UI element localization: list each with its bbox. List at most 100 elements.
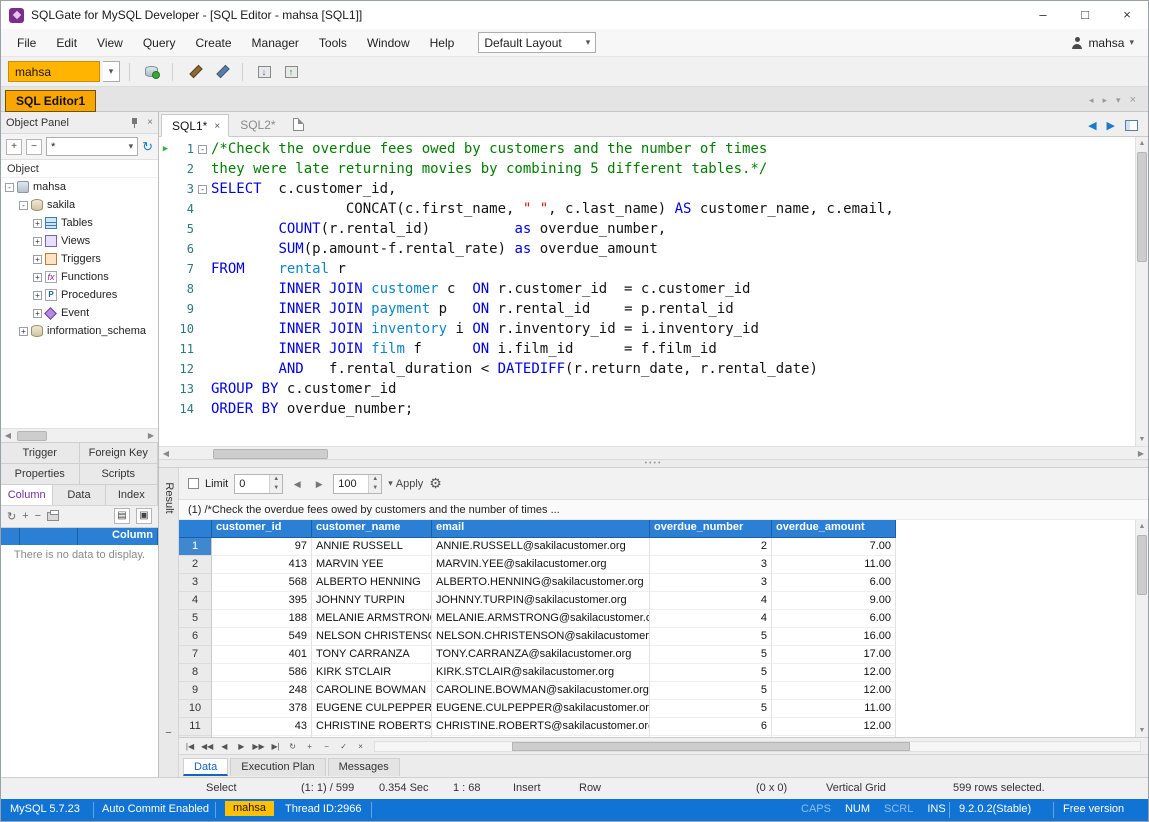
table-row[interactable]: 6549NELSON CHRISTENSONNELSON.CHRISTENSON… (179, 628, 1135, 646)
object-panel-hscrollbar[interactable]: ◀ ▶ (1, 428, 158, 442)
grid-vscrollbar[interactable]: ▲ ▼ (1135, 520, 1148, 737)
cell-overdue_number[interactable]: 4 (650, 610, 772, 628)
cell-customer_id[interactable]: 378 (212, 700, 312, 718)
cell-overdue_number[interactable]: 5 (650, 700, 772, 718)
fold-toggle-icon[interactable]: - (198, 185, 207, 194)
row-number[interactable]: 2 (179, 556, 212, 574)
table-row[interactable]: 4395JOHNNY TURPINJOHNNY.TURPIN@sakilacus… (179, 592, 1135, 610)
cell-overdue_amount[interactable]: 11.00 (772, 556, 896, 574)
tab-data[interactable]: Data (53, 485, 105, 505)
column-header-overdue_number[interactable]: overdue_number (650, 520, 772, 538)
row-number[interactable]: 3 (179, 574, 212, 592)
expand-node-icon[interactable]: + (33, 237, 42, 246)
cell-email[interactable]: CHRISTINE.ROBERTS@sakilacustomer.org (432, 718, 650, 736)
close-object-panel-icon[interactable]: × (147, 117, 153, 128)
code-line[interactable]: 7FROM rental r (159, 259, 1135, 279)
tree-node-sakila[interactable]: -sakila (1, 196, 158, 214)
code-line[interactable]: ▶1-/*Check the overdue fees owed by cust… (159, 139, 1135, 159)
grid-nav-next-page-icon[interactable]: ▶▶ (250, 739, 266, 754)
cell-overdue_number[interactable]: 5 (650, 646, 772, 664)
chevron-down-icon[interactable]: ▾ (1116, 95, 1121, 106)
menu-window[interactable]: Window (357, 32, 420, 54)
code-line[interactable]: 13GROUP BY c.customer_id (159, 379, 1135, 399)
tab-column[interactable]: Column (1, 485, 53, 505)
next-page-button[interactable]: ▶ (311, 475, 327, 493)
expand-node-icon[interactable]: + (33, 291, 42, 300)
row-number[interactable]: 11 (179, 718, 212, 736)
cell-overdue_number[interactable]: 5 (650, 682, 772, 700)
menu-view[interactable]: View (87, 32, 133, 54)
tree-node-information_schema[interactable]: +information_schema (1, 322, 158, 340)
table-row[interactable]: 197ANNIE RUSSELLANNIE.RUSSELL@sakilacust… (179, 538, 1135, 556)
row-number[interactable]: 12 (179, 736, 212, 737)
connection-combo-arrow[interactable]: ▾ (103, 61, 120, 82)
row-number[interactable]: 8 (179, 664, 212, 682)
scroll-right-icon[interactable]: ▶ (1134, 449, 1148, 458)
cell-overdue_number[interactable]: 3 (650, 556, 772, 574)
format-sql-button[interactable] (182, 60, 206, 84)
vscroll-thumb[interactable] (1137, 152, 1147, 262)
tab-foreign-key[interactable]: Foreign Key (80, 443, 159, 463)
cell-customer_name[interactable]: ALFREDO MCADAMS (312, 736, 432, 737)
expand-all-button[interactable]: + (6, 139, 22, 155)
cell-overdue_amount[interactable]: 12.00 (772, 682, 896, 700)
expand-node-icon[interactable]: + (33, 255, 42, 264)
cell-customer_name[interactable]: CHRISTINE ROBERTS (312, 718, 432, 736)
tree-node-triggers[interactable]: +Triggers (1, 250, 158, 268)
minimize-button[interactable]: – (1022, 1, 1064, 29)
connection-combo[interactable]: mahsa (8, 61, 100, 82)
row-number[interactable]: 6 (179, 628, 212, 646)
cell-overdue_number[interactable]: 6 (650, 718, 772, 736)
tab-properties[interactable]: Properties (1, 464, 80, 484)
menu-create[interactable]: Create (186, 32, 242, 54)
limit-checkbox[interactable] (188, 478, 199, 489)
tree-node-procedures[interactable]: +PProcedures (1, 286, 158, 304)
cell-customer_name[interactable]: JOHNNY TURPIN (312, 592, 432, 610)
code-line[interactable]: 3-SELECT c.customer_id, (159, 179, 1135, 199)
pin-icon[interactable] (130, 117, 139, 129)
code-line[interactable]: 2they were late returning movies by comb… (159, 159, 1135, 179)
row-number[interactable]: 10 (179, 700, 212, 718)
cell-customer_id[interactable]: 43 (212, 718, 312, 736)
edit-view-icon[interactable]: ▣ (136, 508, 152, 524)
cell-email[interactable]: NELSON.CHRISTENSON@sakilacustomer.org (432, 628, 650, 646)
grid-nav-refresh-icon[interactable]: ↻ (285, 739, 301, 754)
cell-overdue_number[interactable]: 4 (650, 592, 772, 610)
code-editor[interactable]: ▶1-/*Check the overdue fees owed by cust… (159, 137, 1148, 446)
menu-tools[interactable]: Tools (309, 32, 357, 54)
row-number[interactable]: 5 (179, 610, 212, 628)
table-row[interactable]: 2413MARVIN YEEMARVIN.YEE@sakilacustomer.… (179, 556, 1135, 574)
expand-node-icon[interactable]: + (33, 219, 42, 228)
cell-overdue_amount[interactable]: 12.00 (772, 664, 896, 682)
table-row[interactable]: 1143CHRISTINE ROBERTSCHRISTINE.ROBERTS@s… (179, 718, 1135, 736)
column-header-customer_id[interactable]: customer_id (212, 520, 312, 538)
cell-customer_id[interactable]: 413 (212, 556, 312, 574)
code-line[interactable]: 14ORDER BY overdue_number; (159, 399, 1135, 419)
code-line[interactable]: 6 SUM(p.amount-f.rental_rate) as overdue… (159, 239, 1135, 259)
cell-email[interactable]: MELANIE.ARMSTRONG@sakilacustomer.org (432, 610, 650, 628)
grid-hscrollbar[interactable] (374, 741, 1141, 752)
menu-file[interactable]: File (7, 32, 46, 54)
hscroll-track[interactable] (173, 447, 1134, 459)
column-header-overdue_amount[interactable]: overdue_amount (772, 520, 896, 538)
expand-node-icon[interactable]: + (19, 327, 28, 336)
cell-overdue_amount[interactable]: 12.00 (772, 718, 896, 736)
vscroll-thumb[interactable] (1137, 535, 1147, 595)
spin-down-icon[interactable]: ▼ (369, 484, 381, 493)
cell-customer_name[interactable]: CAROLINE BOWMAN (312, 682, 432, 700)
menu-manager[interactable]: Manager (242, 32, 309, 54)
tab-sql-editor1[interactable]: SQL Editor1 (5, 90, 96, 112)
code-line[interactable]: 5 COUNT(r.rental_id) as overdue_number, (159, 219, 1135, 239)
prev-page-button[interactable]: ◀ (289, 475, 305, 493)
grid-nav-next-icon[interactable]: ▶ (233, 739, 249, 754)
cell-overdue_amount[interactable]: 11.00 (772, 700, 896, 718)
cell-customer_name[interactable]: ANNIE RUSSELL (312, 538, 432, 556)
cell-overdue_amount[interactable]: 17.00 (772, 646, 896, 664)
editor-hscrollbar[interactable]: ◀ ▶ (159, 446, 1148, 459)
grid-hscroll-thumb[interactable] (512, 742, 910, 751)
close-tab-icon[interactable]: × (214, 121, 220, 132)
cell-email[interactable]: ALFREDO.MCADAMS@sakilacustomer.org (432, 736, 650, 737)
cell-email[interactable]: ANNIE.RUSSELL@sakilacustomer.org (432, 538, 650, 556)
refresh-objects-icon[interactable]: ↻ (142, 139, 153, 155)
cell-email[interactable]: ALBERTO.HENNING@sakilacustomer.org (432, 574, 650, 592)
